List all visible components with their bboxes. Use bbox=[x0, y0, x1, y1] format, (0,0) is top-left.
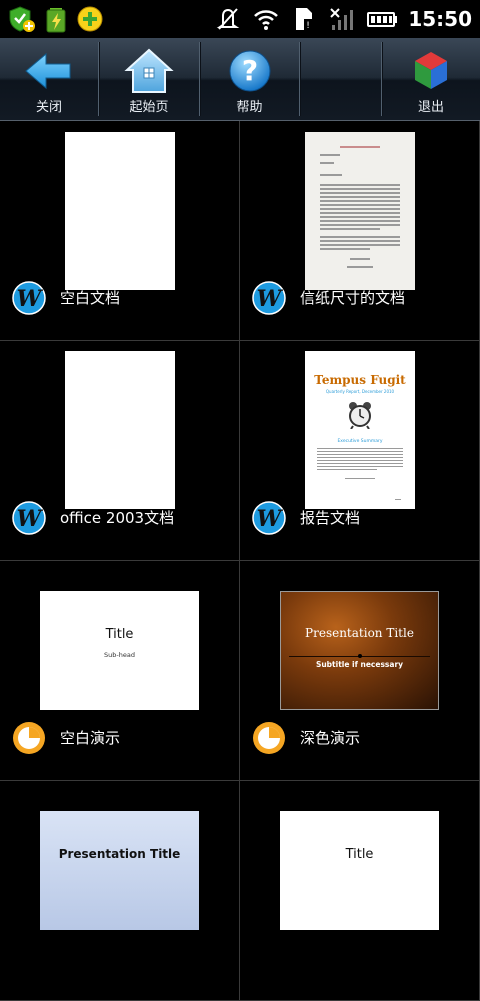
blue-slide-thumbnail: Presentation Title bbox=[40, 811, 199, 930]
toolbar: 关闭 起始页 ? 帮助 退出 bbox=[0, 38, 480, 121]
blank-page-thumbnail bbox=[65, 132, 175, 290]
template-blank-document[interactable]: W 空白文档 bbox=[0, 121, 240, 341]
svg-text:W: W bbox=[17, 286, 44, 312]
template-report-document[interactable]: Tempus Fugit Quarterly Report, December … bbox=[240, 341, 480, 561]
template-label: 信纸尺寸的文档 bbox=[300, 289, 406, 307]
home-button[interactable]: 起始页 bbox=[99, 38, 199, 120]
slide-title: Presentation Title bbox=[58, 847, 181, 861]
plus-app-icon[interactable] bbox=[76, 5, 104, 33]
svg-text:W: W bbox=[257, 506, 284, 532]
exit-label: 退出 bbox=[417, 100, 444, 115]
template-letter-document[interactable]: W 信纸尺寸的文档 bbox=[240, 121, 480, 341]
help-label: 帮助 bbox=[236, 100, 263, 115]
signal-icon bbox=[330, 8, 354, 30]
template-blank-presentation[interactable]: Title Sub-head 空白演示 bbox=[0, 561, 240, 781]
wifi-icon bbox=[254, 10, 279, 30]
report-section: Executive Summary bbox=[337, 439, 383, 444]
clock: 15:50 bbox=[408, 7, 472, 31]
word-doc-icon: W bbox=[252, 501, 286, 535]
svg-text:?: ? bbox=[241, 54, 257, 87]
template-blue-presentation[interactable]: Presentation Title bbox=[0, 781, 240, 1001]
svg-text:W: W bbox=[17, 506, 44, 532]
status-bar: ! 15:50 bbox=[0, 0, 480, 38]
presentation-icon bbox=[253, 722, 285, 754]
letter-page-thumbnail bbox=[305, 132, 415, 290]
presentation-icon bbox=[13, 722, 45, 754]
word-doc-icon: W bbox=[12, 501, 46, 535]
home-icon bbox=[124, 48, 174, 93]
slide-subtitle: Sub-head bbox=[104, 651, 135, 659]
exit-button[interactable]: 退出 bbox=[382, 38, 480, 120]
home-label: 起始页 bbox=[129, 100, 169, 115]
help-button[interactable]: ? 帮助 bbox=[200, 38, 299, 120]
battery-icon bbox=[367, 12, 398, 27]
template-label: office 2003文档 bbox=[60, 509, 175, 527]
word-doc-icon: W bbox=[252, 281, 286, 315]
template-label: 深色演示 bbox=[300, 729, 361, 747]
slide-title: Title bbox=[105, 627, 134, 642]
sim-card-icon: ! bbox=[296, 8, 313, 31]
template-dark-presentation[interactable]: Presentation Title Subtitle if necessary… bbox=[240, 561, 480, 781]
template-label: 报告文档 bbox=[300, 509, 361, 527]
help-icon: ? bbox=[229, 50, 270, 92]
slide-subtitle: Subtitle if necessary bbox=[315, 660, 404, 669]
battery-charging-app-icon[interactable] bbox=[42, 5, 70, 33]
svg-text:W: W bbox=[257, 286, 284, 312]
shield-add-icon[interactable] bbox=[8, 5, 36, 33]
slide-title: Presentation Title bbox=[305, 626, 414, 640]
alarm-clock-icon bbox=[349, 402, 371, 429]
report-subtitle: Quarterly Report, December 2010 bbox=[325, 389, 395, 394]
template-white-presentation[interactable]: Title bbox=[240, 781, 480, 1001]
mute-icon bbox=[217, 8, 240, 30]
exit-cube-icon bbox=[415, 52, 447, 89]
report-title: Tempus Fugit bbox=[314, 373, 406, 387]
template-office-2003-document[interactable]: W office 2003文档 bbox=[0, 341, 240, 561]
white-slide-thumbnail: Title bbox=[280, 811, 439, 930]
blank-slide-thumbnail: Title Sub-head bbox=[40, 591, 199, 710]
template-grid: W 空白文档 W 信纸尺寸的文档 W office 2003文档 Tempus … bbox=[0, 121, 480, 1001]
close-label: 关闭 bbox=[35, 100, 62, 115]
svg-text:!: ! bbox=[307, 21, 311, 31]
word-doc-icon: W bbox=[12, 281, 46, 315]
blank-page-thumbnail bbox=[65, 351, 175, 509]
slide-title: Title bbox=[345, 847, 374, 862]
back-arrow-icon bbox=[25, 52, 71, 90]
template-label: 空白文档 bbox=[60, 289, 121, 307]
dark-slide-thumbnail: Presentation Title Subtitle if necessary bbox=[280, 591, 439, 710]
close-button[interactable]: 关闭 bbox=[0, 38, 98, 120]
template-label: 空白演示 bbox=[60, 729, 121, 747]
report-page-thumbnail: Tempus Fugit Quarterly Report, December … bbox=[305, 351, 415, 509]
